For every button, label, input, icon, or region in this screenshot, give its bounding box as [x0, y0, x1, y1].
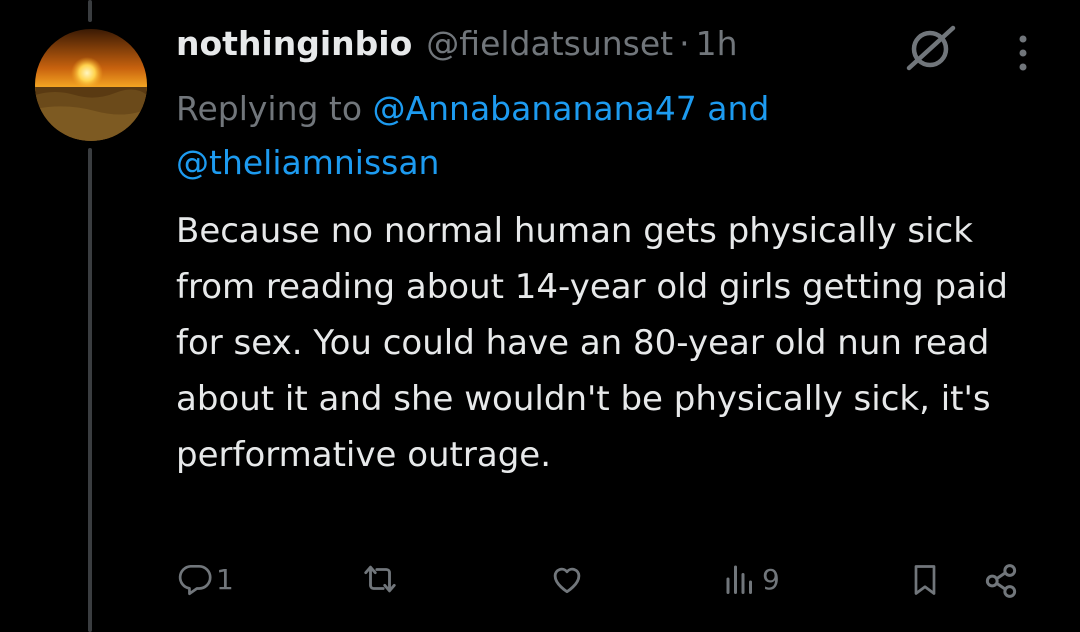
- more-icon[interactable]: [1015, 33, 1031, 73]
- display-name[interactable]: nothinginbio: [176, 24, 412, 63]
- retweet-icon: [357, 560, 403, 598]
- share-icon: [980, 560, 1022, 602]
- thread-line-top: [88, 0, 92, 22]
- mention-link[interactable]: @theliamnissan: [176, 143, 439, 182]
- tweet-text: Because no normal human gets physically …: [176, 211, 1008, 475]
- reply-count: 1: [216, 562, 234, 596]
- separator-dot: ·: [679, 24, 690, 63]
- share-button[interactable]: [980, 560, 1022, 602]
- handle[interactable]: @fieldatsunset: [426, 24, 673, 63]
- views-button[interactable]: 9: [722, 560, 780, 598]
- reply-button[interactable]: 1: [176, 560, 234, 598]
- replying-to: Replying to @Annabananana47 and @theliam…: [176, 82, 1036, 190]
- and-text: and: [707, 89, 770, 128]
- avatar[interactable]: [35, 29, 147, 141]
- replying-label: Replying to: [176, 89, 363, 128]
- retweet-button[interactable]: [357, 560, 403, 598]
- bookmark-button[interactable]: [907, 560, 943, 600]
- grok-icon[interactable]: [903, 24, 957, 72]
- reply-icon: [176, 560, 214, 598]
- views-icon: [722, 560, 758, 598]
- mention-link[interactable]: @Annabananana47: [373, 89, 697, 128]
- bookmark-icon: [907, 560, 943, 600]
- tweet-header: nothinginbio @fieldatsunset · 1h: [176, 24, 738, 76]
- like-icon: [547, 560, 587, 598]
- timestamp[interactable]: 1h: [696, 24, 738, 63]
- like-button[interactable]: [547, 560, 587, 598]
- views-count: 9: [762, 562, 780, 596]
- action-bar: 1 9: [0, 560, 1080, 610]
